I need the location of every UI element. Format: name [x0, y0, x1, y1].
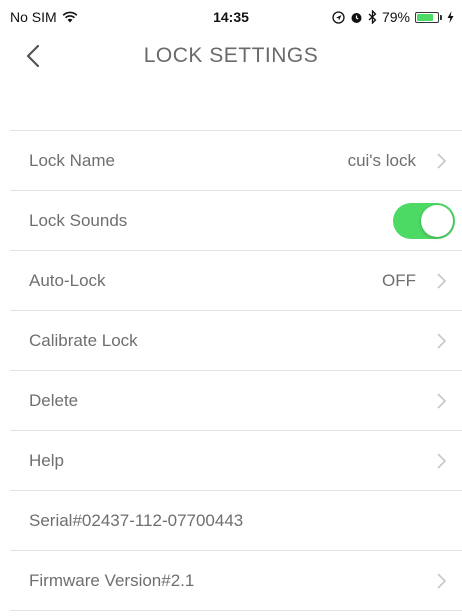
battery-body: [415, 11, 439, 23]
lock-sounds-row: Lock Sounds: [10, 191, 462, 251]
battery-tip: [440, 14, 442, 20]
delete-row[interactable]: Delete: [10, 371, 462, 431]
alarm-icon: [351, 12, 362, 23]
auto-lock-row[interactable]: Auto-Lock OFF: [10, 251, 462, 311]
help-row[interactable]: Help: [10, 431, 462, 491]
chevron-right-icon: [437, 333, 446, 349]
auto-lock-value: OFF: [382, 270, 416, 290]
status-right: 79%: [332, 9, 454, 25]
status-bar: No SIM 14:35 79%: [0, 0, 462, 34]
bluetooth-icon: [368, 10, 377, 24]
settings-list: Lock Name cui's lock Lock Sounds Auto-Lo…: [10, 130, 462, 611]
lock-sounds-toggle[interactable]: [393, 203, 455, 239]
lock-sounds-label: Lock Sounds: [29, 210, 128, 230]
lock-name-row[interactable]: Lock Name cui's lock: [10, 131, 462, 191]
delete-label: Delete: [29, 390, 79, 410]
location-icon: [332, 10, 345, 24]
navigation-bar: LOCK SETTINGS: [0, 34, 462, 78]
auto-lock-label: Auto-Lock: [29, 270, 106, 290]
serial-label: Serial#02437-112-07700443: [29, 510, 244, 530]
chevron-right-icon: [437, 273, 446, 289]
chevron-right-icon: [437, 453, 446, 469]
help-label: Help: [29, 450, 64, 470]
firmware-label: Firmware Version#2.1: [29, 570, 195, 590]
calibrate-lock-row[interactable]: Calibrate Lock: [10, 311, 462, 371]
chevron-right-icon: [437, 153, 446, 169]
toggle-knob: [421, 205, 453, 237]
chevron-right-icon: [437, 393, 446, 409]
battery-icon: [415, 11, 442, 23]
page-title: LOCK SETTINGS: [143, 44, 319, 67]
battery-fill: [417, 13, 433, 21]
charging-icon: [447, 11, 454, 23]
calibrate-lock-label: Calibrate Lock: [29, 330, 138, 350]
firmware-row[interactable]: Firmware Version#2.1: [10, 551, 462, 611]
chevron-right-icon: [437, 573, 446, 589]
lock-name-value: cui's lock: [347, 150, 416, 170]
lock-name-label: Lock Name: [29, 150, 115, 170]
battery-percent: 79%: [381, 9, 410, 25]
serial-row: Serial#02437-112-07700443: [10, 491, 462, 551]
